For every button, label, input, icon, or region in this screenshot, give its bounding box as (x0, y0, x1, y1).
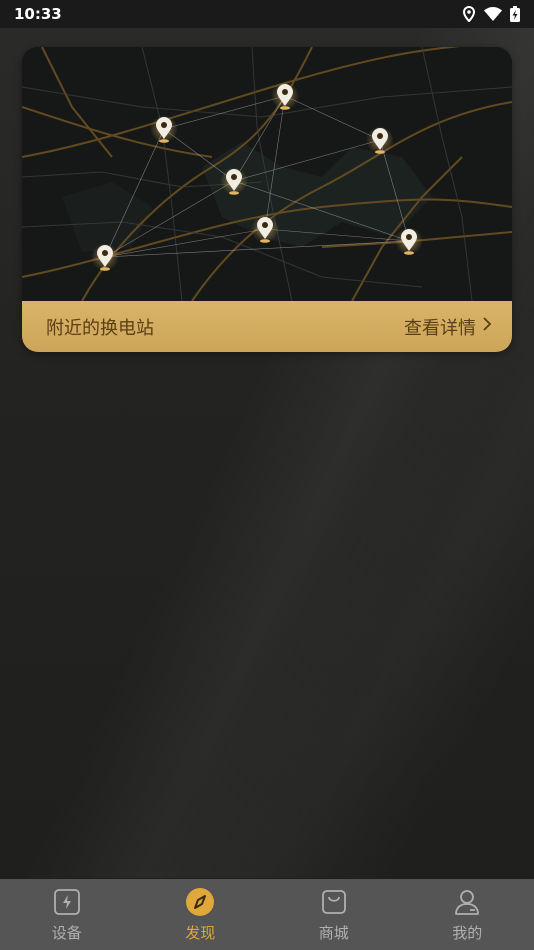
card-title: 附近的换电站 (46, 317, 154, 339)
tab-device[interactable]: 设备 (0, 879, 134, 950)
bottom-tab-bar: 设备 发现 商城 我的 (0, 879, 534, 950)
user-icon (452, 887, 482, 917)
device-bolt-icon (52, 887, 82, 917)
tab-shop-label: 商城 (318, 924, 349, 942)
status-bar: 10:33 (0, 0, 534, 28)
view-details-link[interactable]: 查看详情 (404, 314, 492, 340)
chevron-right-icon (482, 316, 492, 337)
tab-shop[interactable]: 商城 (267, 879, 401, 950)
compass-icon (185, 887, 215, 917)
tab-mine[interactable]: 我的 (401, 879, 534, 950)
tab-discover-label: 发现 (185, 924, 216, 942)
tab-device-label: 设备 (51, 924, 82, 942)
nearby-stations-card[interactable]: 附近的换电站 查看详情 (22, 47, 512, 352)
status-icons (462, 6, 520, 22)
view-details-label: 查看详情 (404, 317, 476, 339)
status-time: 10:33 (14, 5, 62, 23)
tab-discover[interactable]: 发现 (134, 879, 268, 950)
station-map[interactable] (22, 47, 512, 301)
tab-mine-label: 我的 (452, 924, 483, 942)
shopping-bag-icon (319, 887, 349, 917)
wifi-icon (484, 7, 502, 21)
location-icon (462, 6, 476, 22)
battery-charging-icon (510, 6, 520, 22)
card-footer[interactable]: 附近的换电站 查看详情 (22, 301, 512, 352)
